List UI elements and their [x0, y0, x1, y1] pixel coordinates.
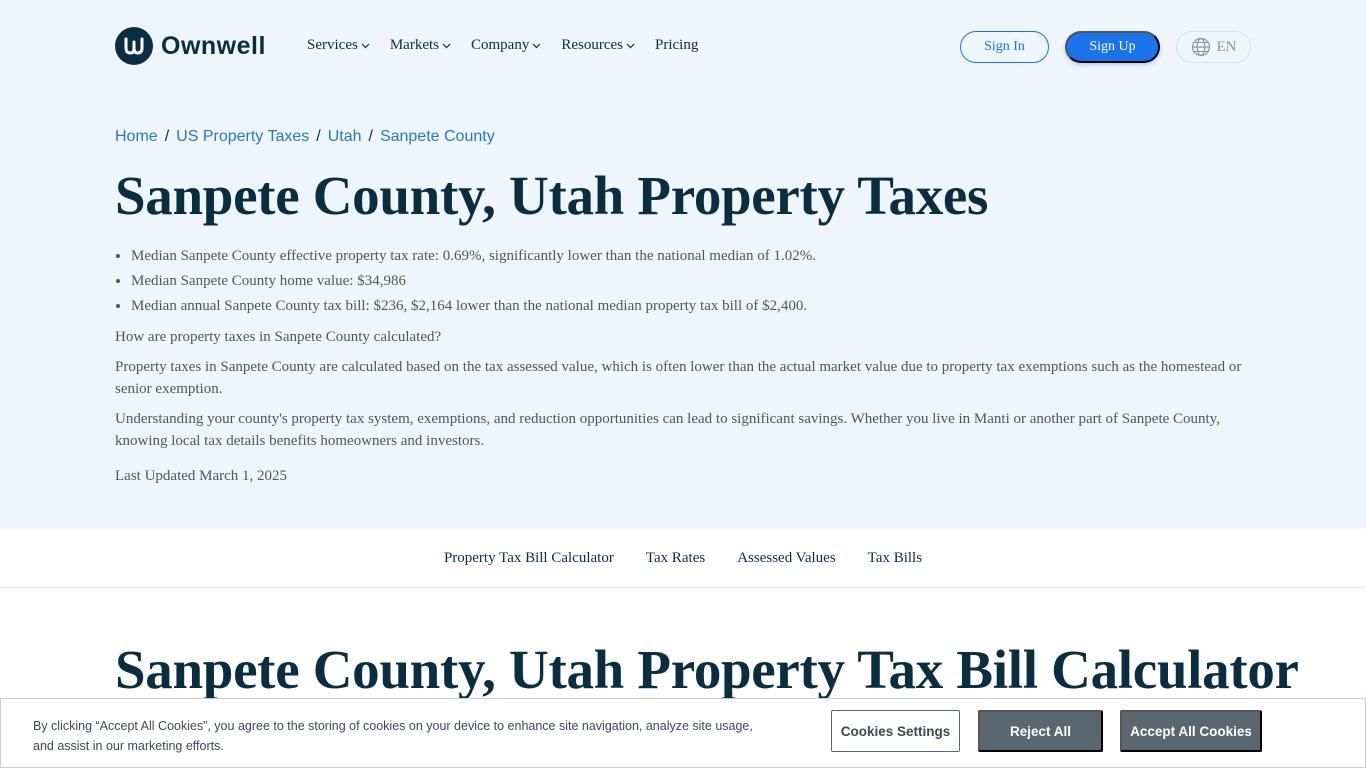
nav-label: Pricing — [654, 37, 699, 53]
tab-assessed-values[interactable]: Assessed Values — [737, 550, 835, 567]
breadcrumb: Home / US Property Taxes / Utah / Sanpet… — [115, 128, 495, 146]
language-label: EN — [1216, 38, 1237, 55]
sign-up-button[interactable]: Sign Up — [1065, 31, 1160, 63]
key-stats-list: Median Sanpete County effective property… — [131, 246, 816, 321]
logo-text: Ownwell — [161, 31, 266, 60]
breadcrumb-separator: / — [368, 128, 373, 145]
language-selector[interactable]: EN — [1176, 31, 1251, 63]
tab-tax-bills[interactable]: Tax Bills — [868, 550, 922, 567]
tab-property-tax-bill-calculator[interactable]: Property Tax Bill Calculator — [444, 550, 614, 567]
chevron-down-icon — [442, 43, 451, 48]
tab-tax-rates[interactable]: Tax Rates — [646, 550, 705, 567]
globe-icon — [1191, 37, 1210, 57]
breadcrumb-utah[interactable]: Utah — [328, 128, 362, 146]
breadcrumb-sanpete-county[interactable]: Sanpete County — [380, 128, 495, 146]
nav-pricing[interactable]: Pricing — [655, 37, 698, 54]
nav-markets[interactable]: Markets — [390, 37, 451, 54]
chevron-down-icon — [532, 43, 541, 48]
cookies-settings-button[interactable]: Cookies Settings — [831, 710, 960, 752]
breadcrumb-home[interactable]: Home — [115, 128, 158, 146]
savings-paragraph: Understanding your county's property tax… — [115, 411, 1220, 449]
nav-label: Services — [307, 37, 358, 53]
nav-label: Resources — [561, 37, 623, 53]
intro-paragraph: Property taxes in Sanpete County are cal… — [115, 359, 1242, 397]
nav-services[interactable]: Services — [307, 37, 370, 54]
cookie-text: By clicking “Accept All Cookies”, you ag… — [33, 719, 753, 753]
reject-all-button[interactable]: Reject All — [978, 710, 1103, 752]
chevron-down-icon — [626, 43, 635, 48]
last-updated: Last Updated March 1, 2025 — [115, 468, 288, 484]
nav-label: Company — [470, 37, 530, 53]
logo-mark-icon — [115, 27, 153, 65]
nav-label: Markets — [389, 37, 439, 53]
sign-in-button[interactable]: Sign In — [960, 31, 1049, 63]
chevron-down-icon — [361, 43, 370, 48]
stat-home-value: Median Sanpete County home value: $34,98… — [131, 271, 816, 296]
breadcrumb-us-property-taxes[interactable]: US Property Taxes — [176, 128, 309, 146]
cookie-banner: By clicking “Accept All Cookies”, you ag… — [0, 698, 1366, 768]
nav-resources[interactable]: Resources — [561, 37, 635, 54]
section-tabs: Property Tax Bill Calculator Tax Rates A… — [0, 529, 1366, 588]
breadcrumb-separator: / — [164, 128, 170, 145]
intro-question: How are property taxes in Sanpete County… — [115, 329, 442, 345]
accept-all-cookies-button[interactable]: Accept All Cookies — [1120, 710, 1262, 752]
nav-company[interactable]: Company — [471, 37, 541, 54]
page-title: Sanpete County, Utah Property Taxes — [115, 165, 989, 226]
stat-tax-bill: Median annual Sanpete County tax bill: $… — [131, 296, 816, 321]
main-nav: Services Markets Company Resources Prici… — [307, 37, 698, 54]
stat-tax-rate: Median Sanpete County effective property… — [131, 246, 816, 271]
ownwell-logo[interactable]: Ownwell — [115, 26, 266, 66]
breadcrumb-separator: / — [316, 128, 321, 145]
calculator-section-title: Sanpete County, Utah Property Tax Bill C… — [115, 639, 1299, 700]
